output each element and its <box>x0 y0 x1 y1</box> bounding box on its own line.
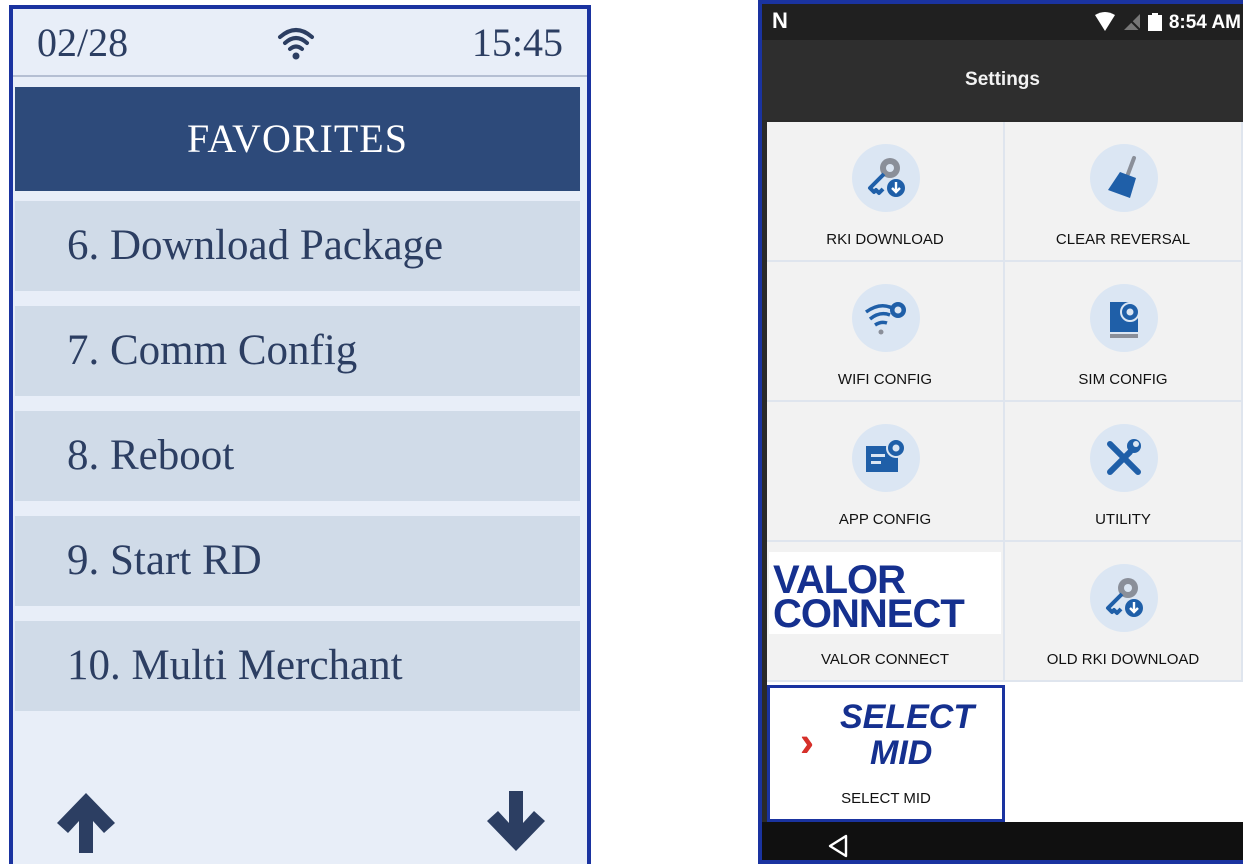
tile-label: RKI DOWNLOAD <box>826 231 944 248</box>
notification-logo: N <box>772 8 788 33</box>
tile-utility[interactable]: UTILITY <box>1005 402 1243 542</box>
terminal-screen: 02/28 15:45 FAVORITES 6. Download Packag… <box>9 5 591 864</box>
tile-label: UTILITY <box>1095 511 1151 528</box>
terminal-date: 02/28 <box>37 20 129 65</box>
menu-item-comm-config[interactable]: 7. Comm Config <box>15 306 580 396</box>
tile-app-config[interactable]: APP CONFIG <box>767 402 1005 542</box>
menu-item-label: 8. Reboot <box>67 432 235 479</box>
favorites-header: FAVORITES <box>15 87 580 191</box>
valor-logo-line2: CONNECT <box>773 592 965 636</box>
tile-label: VALOR CONNECT <box>820 651 950 668</box>
tile-wifi-config[interactable]: WIFI CONFIG <box>767 262 1005 402</box>
valor-connect-logo: VALOR CONNECT <box>769 552 1001 634</box>
wifi-gear-icon <box>864 302 906 335</box>
tile-label: APP CONFIG <box>838 511 932 528</box>
card-gear-icon <box>866 438 906 472</box>
menu-item-reboot[interactable]: 8. Reboot <box>15 411 580 501</box>
tile-rki-download[interactable]: RKI DOWNLOAD <box>767 122 1005 262</box>
android-nav-bar <box>762 822 1243 860</box>
tile-label: SELECT MID <box>841 790 931 807</box>
tile-clear-reversal[interactable]: CLEAR REVERSAL <box>1005 122 1243 262</box>
back-icon[interactable] <box>824 832 852 860</box>
terminal-time: 15:45 <box>471 20 563 65</box>
menu-item-label: 7. Comm Config <box>67 327 358 374</box>
menu-item-label: 6. Download Package <box>67 222 444 269</box>
key-download-icon <box>1106 578 1143 617</box>
key-download-icon <box>868 158 905 197</box>
tile-old-rki-download[interactable]: OLD RKI DOWNLOAD <box>1005 542 1243 682</box>
menu-item-multi-merchant[interactable]: 10. Multi Merchant <box>15 621 580 711</box>
settings-titlebar: Settings <box>762 40 1243 120</box>
tile-label: WIFI CONFIG <box>837 371 933 388</box>
settings-grid: RKI DOWNLOAD CLEAR REVERSAL WIFI CONFIG <box>767 122 1243 822</box>
tile-sim-config[interactable]: SIM CONFIG <box>1005 262 1243 402</box>
broom-icon <box>1108 156 1136 198</box>
sim-gear-icon <box>1110 302 1140 338</box>
android-screen: N 8:54 AM Settings RKI DOWNLOAD CLEAR RE… <box>758 0 1243 864</box>
android-clock: 8:54 AM <box>1168 12 1241 33</box>
menu-item-label: 10. Multi Merchant <box>67 642 403 689</box>
tile-label: SIM CONFIG <box>1078 371 1168 388</box>
tile-label: OLD RKI DOWNLOAD <box>1046 651 1200 668</box>
tile-select-mid[interactable]: ›› SELECT MID SELECT MID <box>767 685 1005 822</box>
arrow-down-icon[interactable] <box>481 787 551 857</box>
wifi-icon <box>278 28 314 60</box>
battery-icon <box>1148 13 1162 31</box>
cell-signal-icon <box>1123 13 1141 31</box>
terminal-status-bar: 02/28 15:45 <box>13 9 587 77</box>
favorites-title: FAVORITES <box>187 116 408 161</box>
menu-item-label: 9. Start RD <box>67 537 262 584</box>
settings-title: Settings <box>965 69 1040 90</box>
android-status-bar: N 8:54 AM <box>762 4 1243 40</box>
select-mid-logo-line1: SELECT <box>840 698 975 736</box>
tile-label: CLEAR REVERSAL <box>1055 231 1191 248</box>
select-mid-logo-line2: MID <box>870 734 933 772</box>
wifi-signal-icon <box>1095 12 1115 31</box>
arrow-up-icon[interactable] <box>51 787 121 857</box>
tools-icon <box>1107 439 1141 475</box>
menu-item-download-package[interactable]: 6. Download Package <box>15 201 580 291</box>
tile-valor-connect[interactable]: VALOR CONNECT VALOR CONNECT <box>767 542 1005 682</box>
menu-item-start-rd[interactable]: 9. Start RD <box>15 516 580 606</box>
